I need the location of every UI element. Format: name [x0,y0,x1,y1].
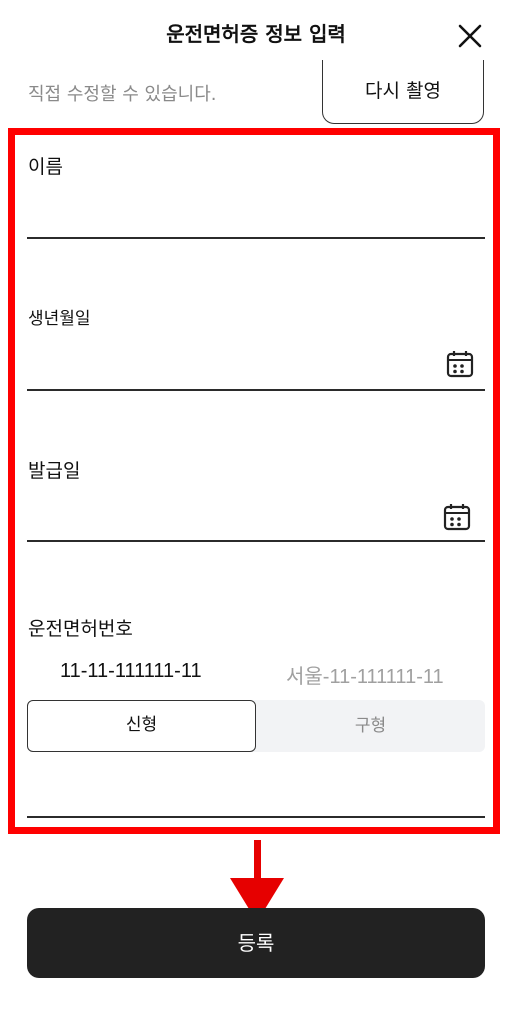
name-underline [27,237,485,239]
close-icon [458,24,482,48]
close-button[interactable] [454,20,486,52]
edit-hint-text: 직접 수정할 수 있습니다. [28,84,217,105]
retake-button[interactable]: 다시 촬영 [322,60,484,124]
license-format-old: 서울-11-111111-11 [286,666,444,688]
issue-calendar-button[interactable] [443,503,471,531]
name-label: 이름 [28,156,63,178]
license-format-new: 11-11-111111-11 [60,660,202,682]
issue-label: 발급일 [28,460,81,482]
birth-calendar-button[interactable] [446,350,474,378]
license-underline [27,816,485,818]
old-type-button[interactable]: 구형 [256,700,485,752]
submit-button[interactable]: 등록 [27,908,485,978]
birth-label: 생년월일 [28,309,91,329]
new-type-button[interactable]: 신형 [27,700,256,752]
calendar-icon [446,351,474,378]
birth-underline [27,389,485,391]
name-input[interactable] [28,196,428,236]
calendar-icon [443,504,471,531]
page-title: 운전면허증 정보 입력 [166,22,346,46]
issue-underline [27,540,485,542]
license-input[interactable] [28,770,428,810]
header: 운전면허증 정보 입력 [0,0,512,64]
license-label: 운전면허번호 [28,618,133,640]
birth-input[interactable] [28,346,428,386]
issue-input[interactable] [28,498,428,538]
